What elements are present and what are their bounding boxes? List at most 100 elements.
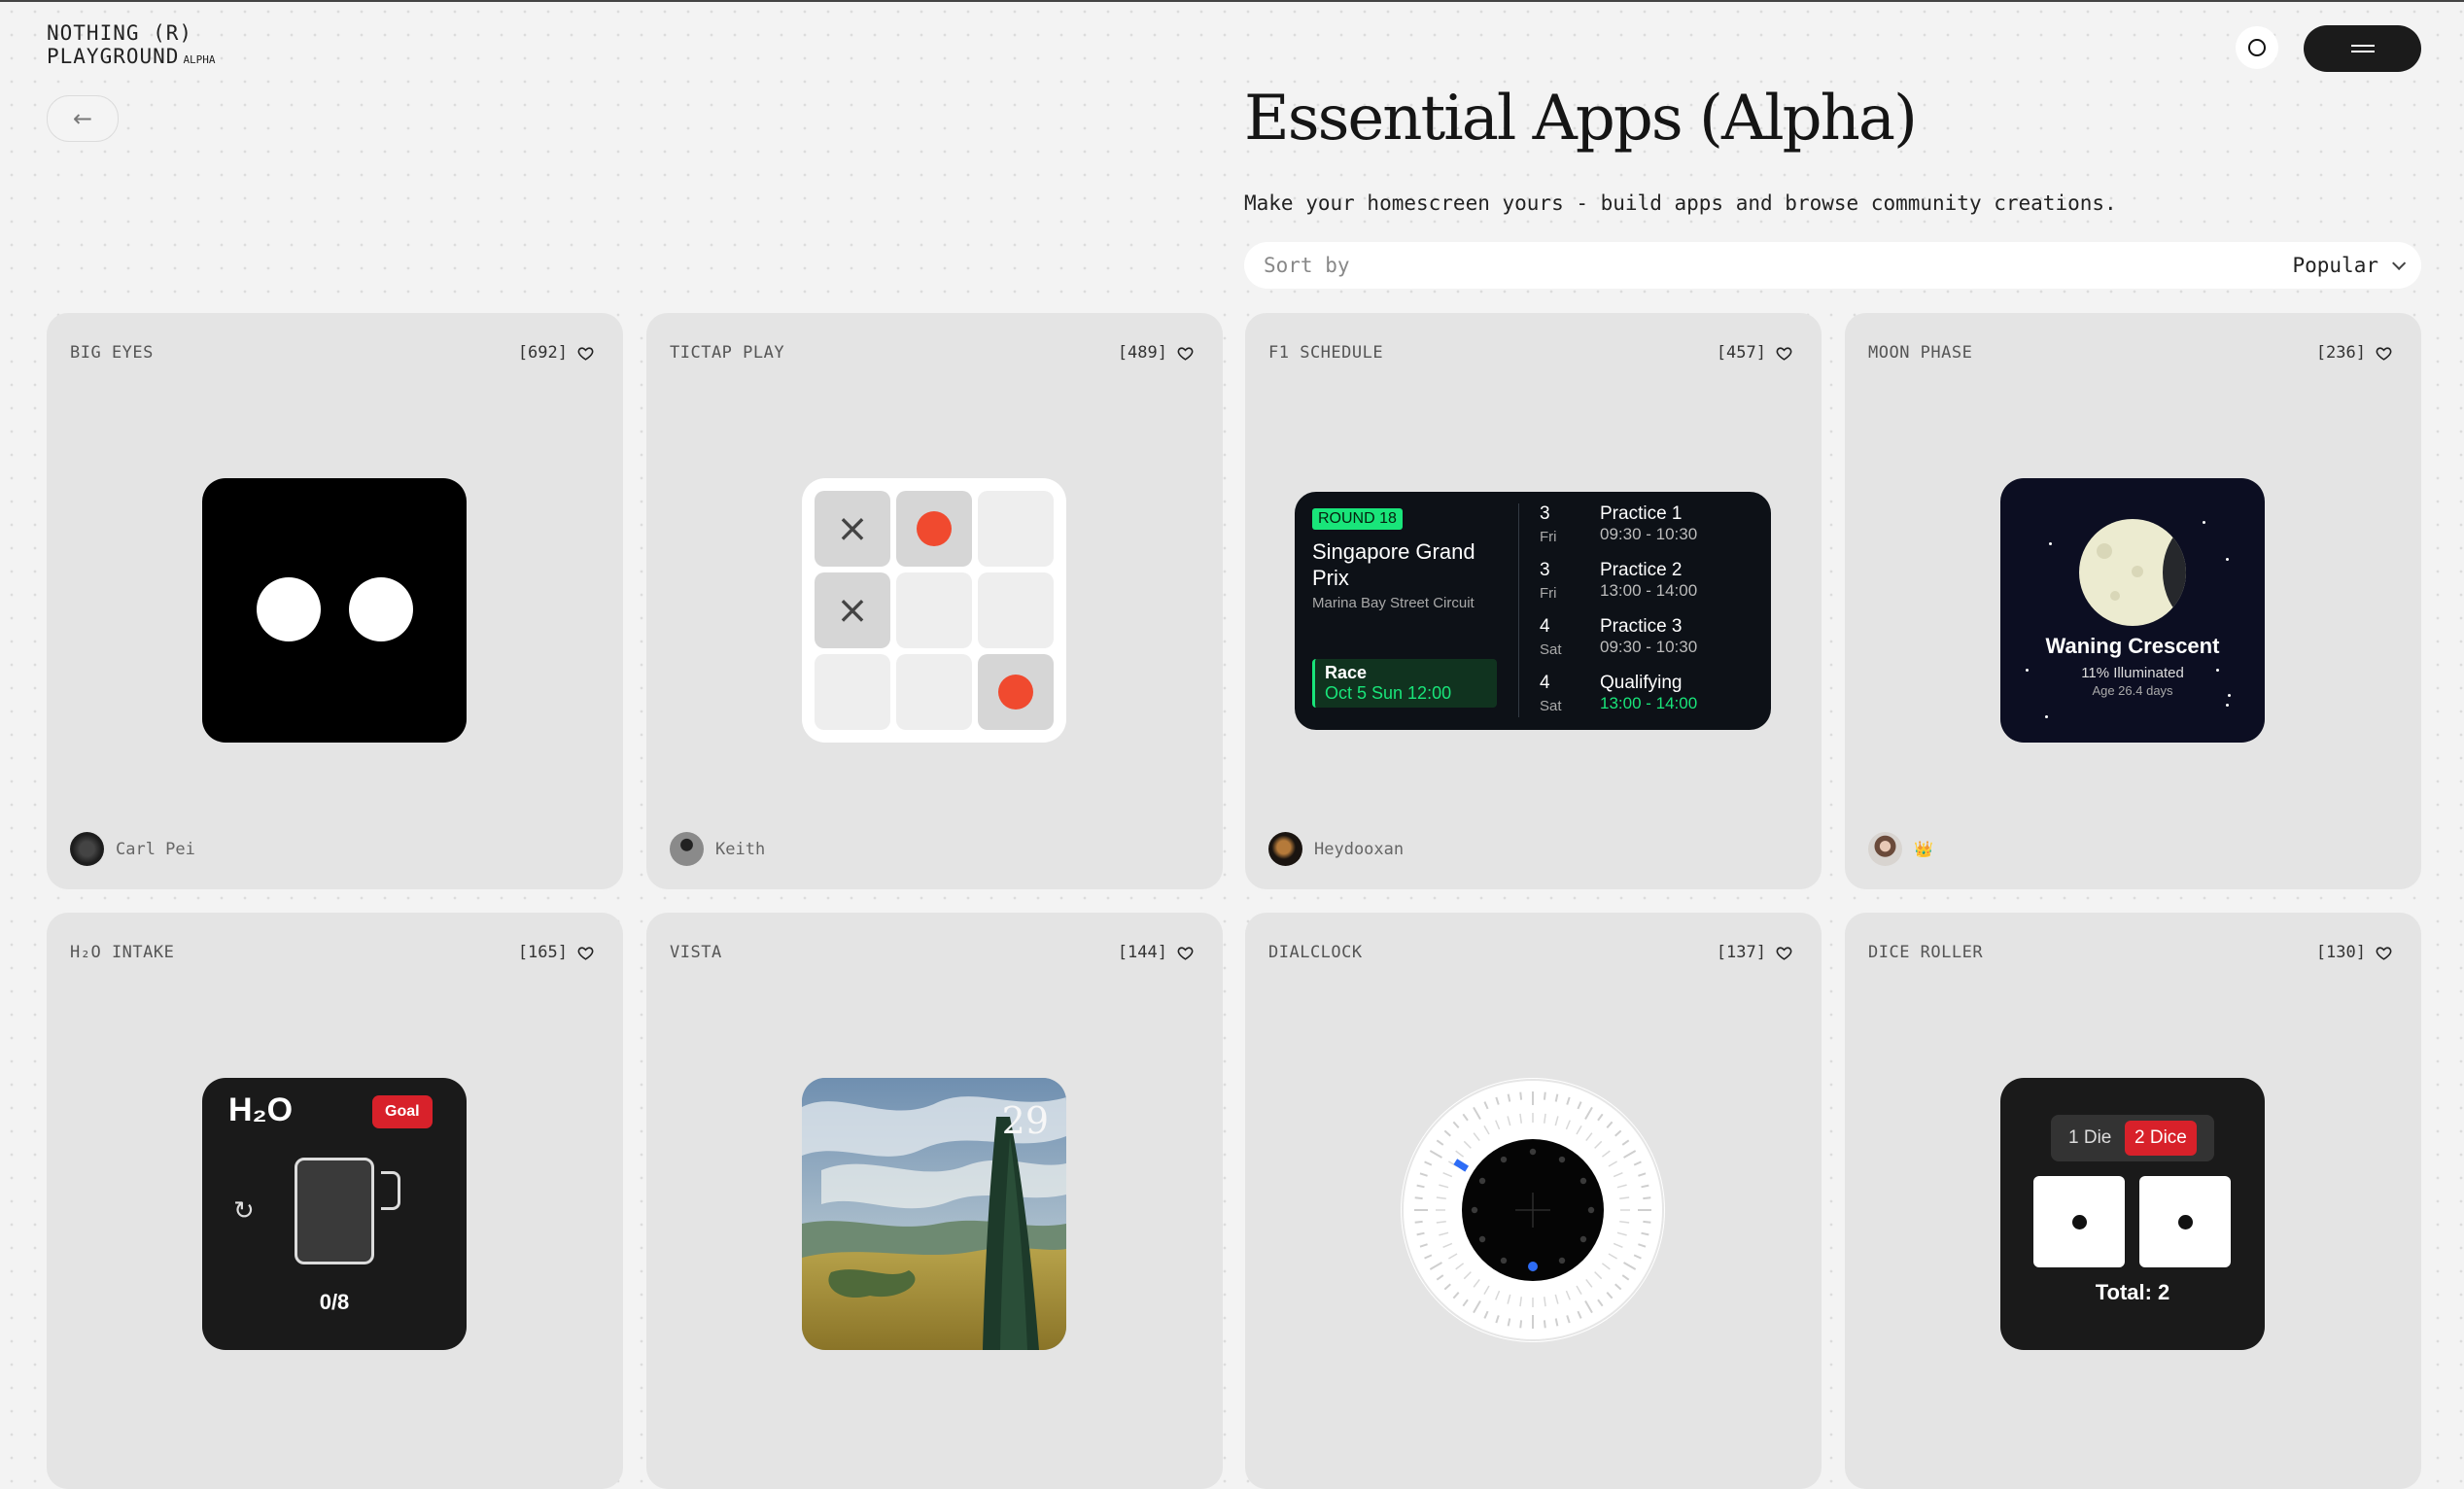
author-name: Heydooxan: [1314, 839, 1405, 859]
heart-icon: [1776, 946, 1792, 960]
heart-icon: [1776, 346, 1792, 361]
avatar: [670, 832, 704, 866]
window-top-border: [0, 0, 2464, 2]
reset-icon: ↻: [233, 1196, 255, 1226]
session-time: 13:00 - 14:00: [1600, 581, 1698, 600]
race-date: Oct 5 Sun 12:00: [1325, 683, 1452, 703]
board-cell: [896, 654, 972, 730]
app-card-f1-schedule[interactable]: F1 SCHEDULE [457] ROUND 18 Singapore Gra…: [1245, 313, 1822, 889]
dial-tick: [1643, 1220, 1651, 1224]
avatar: [1868, 832, 1902, 866]
app-card-tictap-play[interactable]: TICTAP PLAY [489] × × Keith: [646, 313, 1223, 889]
page-subtitle: Make your homescreen yours - build apps …: [1244, 191, 2117, 215]
dice-count-toggle: 1 Die 2 Dice: [2051, 1115, 2214, 1161]
like-button[interactable]: [236]: [2316, 343, 2392, 363]
menu-button[interactable]: [2304, 25, 2421, 72]
circle-icon: [2248, 39, 2266, 56]
heart-icon: [2376, 346, 2392, 361]
goal-button: Goal: [372, 1095, 433, 1128]
author-name: Carl Pei: [116, 839, 195, 859]
like-button[interactable]: [692]: [518, 343, 594, 363]
sort-label: Sort by: [1264, 254, 1350, 277]
o-mark-icon: [998, 675, 1033, 710]
tictactoe-widget: × ×: [802, 478, 1066, 743]
moon-shadow: [2163, 519, 2186, 626]
logo-line-1: NOTHING (R): [47, 21, 193, 45]
moon-phase-widget: Waning Crescent 11% Illuminated Age 26.4…: [2000, 478, 2265, 743]
like-button[interactable]: [457]: [1717, 343, 1792, 363]
race-label: Race: [1325, 663, 1368, 682]
avatar: [70, 832, 104, 866]
die: [2033, 1176, 2125, 1267]
card-title: F1 SCHEDULE: [1268, 343, 1384, 363]
hour-dot: [1587, 1206, 1595, 1214]
big-eyes-widget: [202, 478, 467, 743]
vista-widget: 29: [802, 1078, 1066, 1350]
menu-icon: [2350, 45, 2375, 52]
playground-logo[interactable]: NOTHING (R) PLAYGROUND ALPHA: [47, 21, 216, 72]
sort-selected-value: Popular: [2292, 254, 2407, 277]
die: [2139, 1176, 2231, 1267]
app-card-big-eyes[interactable]: BIG EYES [692] Carl Pei: [47, 313, 623, 889]
card-title: VISTA: [670, 943, 722, 962]
hour-dot: [1471, 1206, 1478, 1214]
hour-dot: [1579, 1235, 1587, 1243]
author[interactable]: Carl Pei: [70, 832, 195, 866]
like-button[interactable]: [137]: [1717, 943, 1792, 962]
like-button[interactable]: [130]: [2316, 943, 2392, 962]
like-button[interactable]: [144]: [1118, 943, 1194, 962]
star: [2045, 715, 2048, 718]
like-count: [489]: [1117, 343, 1167, 363]
avatar: [1268, 832, 1302, 866]
session-row: 3 Fri Practice 1 09:30 - 10:30: [1540, 503, 1763, 560]
session-name: Practice 3: [1600, 616, 1683, 637]
session-day: 4: [1540, 673, 1550, 693]
dial-tick: [1414, 1220, 1423, 1224]
session-time: 09:30 - 10:30: [1600, 638, 1698, 656]
o-mark-icon: [917, 511, 952, 546]
hour-dot: [1529, 1148, 1537, 1156]
chevron-down-icon: [2392, 256, 2407, 270]
app-card-dialclock[interactable]: DIALCLOCK [137]: [1245, 913, 1822, 1489]
h2o-title: H₂O: [228, 1091, 294, 1128]
app-card-moon-phase[interactable]: MOON PHASE [236] Waning Crescent 11% Ill…: [1845, 313, 2421, 889]
round-badge: ROUND 18: [1312, 508, 1403, 530]
moon-illumination: 11% Illuminated: [2081, 665, 2184, 681]
hour-dot: [1579, 1177, 1587, 1185]
dial-tick: [1414, 1196, 1423, 1200]
star: [2226, 558, 2229, 561]
session-time: 09:30 - 10:30: [1600, 525, 1698, 543]
app-card-vista[interactable]: VISTA [144] 29: [646, 913, 1223, 1489]
board-cell: [896, 572, 972, 648]
intake-count: 0/8: [319, 1290, 350, 1314]
app-card-h2o-intake[interactable]: H₂O INTAKE [165] H₂O Goal ↻ 0/8: [47, 913, 623, 1489]
author-badge: 👑: [1914, 840, 1933, 858]
back-button[interactable]: ←: [47, 95, 119, 142]
sort-dropdown[interactable]: Sort by Popular: [1244, 242, 2421, 289]
cup-handle: [381, 1171, 400, 1210]
author[interactable]: Keith: [670, 832, 765, 866]
board-cell: ×: [815, 572, 890, 648]
author[interactable]: Heydooxan: [1268, 832, 1404, 866]
hour-dot: [1478, 1177, 1486, 1185]
like-button[interactable]: [489]: [1118, 343, 1194, 363]
app-card-dice-roller[interactable]: DICE ROLLER [130] 1 Die 2 Dice Total: 2: [1845, 913, 2421, 1489]
like-button[interactable]: [165]: [518, 943, 594, 962]
card-title: DICE ROLLER: [1868, 943, 1984, 962]
date-number: 29: [1001, 1099, 1049, 1142]
hour-dot: [1558, 1257, 1566, 1264]
divider: [1518, 503, 1519, 717]
board-cell: [815, 654, 890, 730]
board-cell: [896, 491, 972, 567]
theme-toggle-button[interactable]: [2236, 26, 2278, 69]
author-name: Keith: [715, 839, 766, 859]
session-weekday: Sat: [1540, 641, 1562, 658]
like-count: [137]: [1716, 943, 1766, 962]
card-title: BIG EYES: [70, 343, 154, 363]
session-name: Qualifying: [1600, 673, 1683, 693]
dial-tick: [1543, 1320, 1546, 1329]
like-count: [236]: [2315, 343, 2366, 363]
author[interactable]: 👑: [1868, 832, 1933, 866]
grand-prix-name: Singapore Grand Prix: [1312, 539, 1475, 590]
heart-icon: [577, 346, 594, 361]
